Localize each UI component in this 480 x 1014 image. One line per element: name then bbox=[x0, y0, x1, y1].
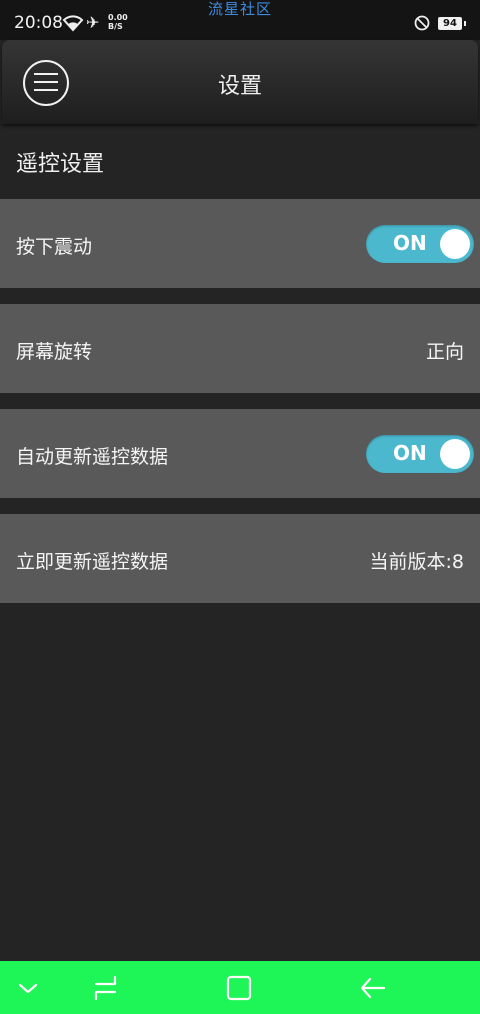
section-title: 遥控设置 bbox=[16, 152, 105, 177]
settings-screen: 20:08 ✈ 0.00 B/S 流星社区 94 设置 遥控设置 按下震动 ON… bbox=[0, 0, 480, 1014]
status-bar: 20:08 ✈ 0.00 B/S 流星社区 94 bbox=[0, 0, 480, 40]
setting-row-update-now[interactable]: 立即更新遥控数据 当前版本:8 bbox=[0, 514, 480, 603]
auto-update-toggle[interactable]: ON bbox=[366, 435, 474, 473]
menu-recent-icon[interactable] bbox=[91, 973, 121, 1003]
net-speed-unit: B/S bbox=[108, 22, 123, 31]
toggle-text: ON bbox=[393, 231, 427, 255]
back-arrow-icon[interactable] bbox=[358, 973, 388, 1003]
setting-row-rotation[interactable]: 屏幕旋转 正向 bbox=[0, 304, 480, 393]
toggle-knob bbox=[440, 439, 470, 469]
setting-label: 屏幕旋转 bbox=[16, 341, 93, 363]
setting-value: 当前版本:8 bbox=[369, 551, 465, 573]
vibrate-toggle[interactable]: ON bbox=[366, 225, 474, 263]
setting-row-vibrate[interactable]: 按下震动 ON bbox=[0, 199, 480, 288]
setting-row-auto-update[interactable]: 自动更新遥控数据 ON bbox=[0, 409, 480, 498]
carrier-text: 流星社区 bbox=[207, 0, 272, 18]
home-square-icon[interactable] bbox=[224, 973, 254, 1003]
setting-label: 自动更新遥控数据 bbox=[16, 446, 169, 468]
app-header: 设置 bbox=[2, 40, 478, 124]
toggle-knob bbox=[440, 229, 470, 259]
chevron-down-icon[interactable] bbox=[13, 973, 43, 1003]
do-not-disturb-icon bbox=[414, 15, 430, 31]
battery-icon: 94 bbox=[438, 17, 466, 30]
toggle-text: ON bbox=[393, 441, 427, 465]
page-title: 设置 bbox=[217, 74, 262, 99]
setting-value: 正向 bbox=[425, 341, 464, 363]
setting-label: 按下震动 bbox=[16, 236, 93, 258]
navigation-bar bbox=[0, 961, 480, 1014]
setting-label: 立即更新遥控数据 bbox=[16, 551, 169, 573]
